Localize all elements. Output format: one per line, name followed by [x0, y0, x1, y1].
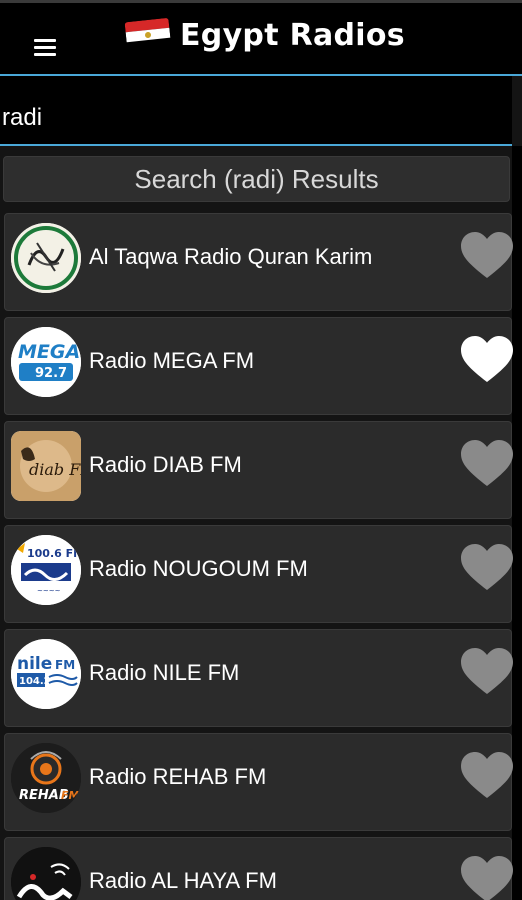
station-row[interactable]: MEGA 92.7 Radio MEGA FM — [4, 317, 515, 415]
favorite-heart-icon[interactable] — [459, 230, 515, 282]
svg-text:diab FM: diab FM — [29, 460, 81, 479]
station-row[interactable]: diab FM Radio DIAB FM — [4, 421, 515, 519]
favorite-heart-icon[interactable] — [459, 542, 515, 594]
results-header: Search (radi) Results — [3, 156, 510, 202]
rehab-fm-logo: REHAB FM — [11, 743, 81, 813]
station-name: Radio NOUGOUM FM — [89, 556, 308, 581]
station-name: Radio REHAB FM — [89, 764, 267, 789]
favorite-heart-icon[interactable] — [459, 854, 515, 900]
station-row[interactable]: 100.6 FM ~~~~ Radio NOUGOUM FM — [4, 525, 515, 623]
station-name: Radio DIAB FM — [89, 452, 242, 477]
station-row[interactable]: REHAB FM Radio REHAB FM — [4, 733, 515, 831]
svg-text:100.6 FM: 100.6 FM — [27, 547, 81, 560]
station-row[interactable]: Radio AL HAYA FM — [4, 837, 515, 900]
diab-fm-logo: diab FM — [11, 431, 81, 501]
station-row[interactable]: Al Taqwa Radio Quran Karim — [4, 213, 515, 311]
svg-text:~~~~: ~~~~ — [37, 587, 61, 595]
al-haya-fm-logo — [11, 847, 81, 900]
egypt-flag-icon — [124, 17, 172, 53]
search-divider — [0, 144, 512, 146]
app-title-group: Egypt Radios — [124, 17, 405, 53]
station-name: Radio MEGA FM — [89, 348, 255, 373]
favorite-heart-icon[interactable] — [459, 750, 515, 802]
search-bar — [0, 76, 512, 146]
svg-text:MEGA: MEGA — [18, 341, 80, 363]
station-name: Radio AL HAYA FM — [89, 868, 277, 893]
favorite-heart-icon[interactable] — [459, 646, 515, 698]
station-name: Al Taqwa Radio Quran Karim — [89, 244, 373, 269]
station-name: Radio NILE FM — [89, 660, 240, 685]
station-list: Al Taqwa Radio Quran Karim MEGA 92.7 Rad… — [4, 213, 515, 900]
nougoum-fm-logo: 100.6 FM ~~~~ — [11, 535, 81, 605]
app-header: Egypt Radios — [0, 0, 522, 74]
svg-text:104.2: 104.2 — [19, 676, 51, 687]
favorite-heart-icon[interactable] — [459, 438, 515, 490]
search-input[interactable] — [0, 100, 510, 136]
mega-fm-logo: MEGA 92.7 — [11, 327, 81, 397]
svg-text:FM: FM — [55, 658, 75, 672]
hamburger-menu-icon[interactable] — [34, 39, 56, 57]
svg-text:FM: FM — [61, 789, 80, 802]
svg-text:92.7: 92.7 — [35, 366, 67, 381]
station-row[interactable]: nile FM 104.2 Radio NILE FM — [4, 629, 515, 727]
app-title: Egypt Radios — [180, 17, 405, 53]
quran-calligraphy-logo — [11, 223, 81, 293]
favorite-heart-icon[interactable] — [459, 334, 515, 386]
svg-text:nile: nile — [17, 654, 52, 674]
nile-fm-logo: nile FM 104.2 — [11, 639, 81, 709]
